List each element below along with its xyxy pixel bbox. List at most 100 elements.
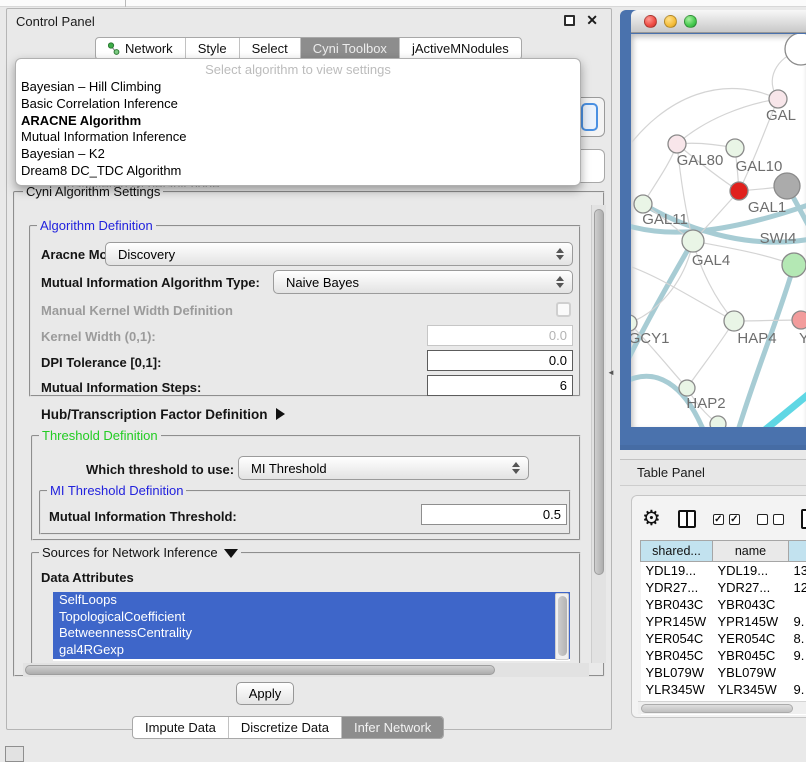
network-edge[interactable] (760, 389, 806, 427)
table-cell: YBL079W (713, 664, 789, 681)
attribute-item-selected[interactable]: gal4RGexp (53, 642, 570, 659)
column-header[interactable]: name (713, 541, 789, 562)
network-edge[interactable] (643, 144, 677, 204)
columns-icon[interactable] (678, 510, 696, 528)
attributes-scrollbar[interactable] (555, 593, 569, 660)
tab-select[interactable]: Select (239, 38, 300, 59)
popup-item[interactable]: Bayesian – Hill Climbing (16, 79, 580, 96)
attributes-scrollbar-thumb[interactable] (558, 596, 567, 656)
minimized-panel-icon[interactable] (5, 746, 24, 762)
network-name-field-fragment[interactable] (577, 149, 605, 183)
attribute-item-selected[interactable]: SelfLoops (53, 592, 570, 609)
table-cell: YER054C (713, 630, 789, 647)
panel-splitter-handle[interactable]: ◄ (607, 367, 614, 378)
column-header[interactable] (789, 541, 806, 562)
table-row[interactable]: YDR27...YDR27...12 (641, 579, 806, 596)
network-node-hap4[interactable] (724, 311, 744, 331)
mi-steps-field[interactable]: 6 (427, 375, 573, 396)
document-icon[interactable] (801, 509, 806, 529)
algorithm-combobox-stepper[interactable] (581, 103, 598, 131)
bottom-tab-discretize-data[interactable]: Discretize Data (228, 717, 341, 738)
checked-boxes-icon[interactable]: ✓✓ (713, 514, 740, 525)
tab-label: Cyni Toolbox (313, 38, 387, 60)
network-node-swi4[interactable] (782, 253, 806, 277)
attribute-item-selected[interactable]: TopologicalCoefficient (53, 609, 570, 626)
column-header[interactable]: shared... (641, 541, 713, 562)
table-row[interactable]: YBR043CYBR043C (641, 596, 806, 613)
mi-threshold-field[interactable]: 0.5 (421, 504, 567, 525)
network-node[interactable] (785, 34, 806, 65)
hub-definition-expander[interactable]: Hub/Transcription Factor Definition (41, 407, 285, 422)
combo-stepper-icon (506, 462, 526, 474)
popup-item[interactable]: Dream8 DC_TDC Algorithm (16, 163, 580, 180)
bottom-tab-impute-data[interactable]: Impute Data (133, 717, 228, 738)
table-row[interactable]: YBL079WYBL079W (641, 664, 806, 681)
table-row[interactable]: YDL19...YDL19...13 (641, 562, 806, 579)
gear-icon[interactable]: ⚙ (642, 509, 661, 529)
popup-item[interactable]: Mutual Information Inference (16, 129, 580, 146)
network-graph[interactable]: GALGAL80GAL10GAL1GAL11GAL4SWI4GCY1HAP4YH… (631, 34, 806, 427)
manual-kernel-checkbox[interactable] (556, 302, 571, 317)
close-panel-icon[interactable]: ✕ (586, 12, 598, 29)
network-node[interactable] (710, 416, 726, 427)
close-window-icon[interactable] (644, 15, 657, 28)
table-body: YDL19...YDL19...13YDR27...YDR27...12YBR0… (641, 562, 806, 715)
network-edge[interactable] (687, 321, 734, 388)
settings-hscroll-thumb[interactable] (25, 665, 495, 675)
threshold-definition-title: Threshold Definition (39, 428, 161, 443)
table-cell: YDR27... (641, 579, 713, 596)
sources-group-title[interactable]: Sources for Network Inference (39, 545, 241, 560)
network-node-gal10[interactable] (726, 139, 744, 157)
tab-network[interactable]: Network (96, 38, 185, 59)
zoom-window-icon[interactable] (684, 15, 697, 28)
dpi-tolerance-field[interactable]: 0.0 (427, 350, 573, 371)
tab-jactivemnodules[interactable]: jActiveMNodules (399, 38, 521, 59)
kernel-width-label: Kernel Width (0,1): (41, 329, 156, 344)
unchecked-boxes-icon[interactable] (757, 514, 784, 525)
node-label: GAL11 (642, 211, 688, 228)
attribute-item-selected[interactable]: BetweennessCentrality (53, 625, 570, 642)
mi-type-select[interactable]: Naive Bayes (273, 270, 573, 294)
which-threshold-select[interactable]: MI Threshold (238, 456, 529, 480)
network-node-hap2[interactable] (679, 380, 695, 396)
network-edge[interactable] (631, 241, 693, 374)
minimize-window-icon[interactable] (664, 15, 677, 28)
bottom-tab-infer-network[interactable]: Infer Network (341, 717, 443, 738)
table-cell: 9. (789, 613, 806, 630)
network-canvas[interactable]: GALGAL80GAL10GAL1GAL11GAL4SWI4GCY1HAP4YH… (631, 34, 806, 427)
aracne-mode-select[interactable]: Discovery (105, 242, 573, 266)
network-node-gcy1[interactable] (631, 315, 637, 331)
network-node-gal[interactable] (769, 90, 787, 108)
float-panel-icon[interactable] (564, 15, 575, 26)
network-node-gal80[interactable] (668, 135, 686, 153)
tab-style[interactable]: Style (185, 38, 239, 59)
network-node-gal4[interactable] (682, 230, 704, 252)
node-label: Y (799, 330, 806, 347)
apply-button[interactable]: Apply (236, 682, 294, 705)
table-row[interactable]: YPR145WYPR145W9. (641, 613, 806, 630)
table-cell: YBR045C (713, 647, 789, 664)
table-row[interactable]: YLR345WYLR345W9. (641, 681, 806, 698)
tab-cyni-toolbox[interactable]: Cyni Toolbox (300, 38, 399, 59)
network-node-y[interactable] (792, 311, 806, 329)
settings-vscroll-thumb[interactable] (594, 209, 604, 575)
table-row[interactable]: YER054CYER054C8. (641, 630, 806, 647)
network-node-gal1[interactable] (730, 182, 748, 200)
popup-item[interactable]: Basic Correlation Inference (16, 96, 580, 113)
popup-item[interactable]: ARACNE Algorithm (16, 113, 580, 130)
node-label: GCY1 (631, 330, 669, 347)
network-window-titlebar[interactable] (631, 10, 806, 33)
node-label: HAP2 (686, 395, 725, 412)
table-hscroll-thumb[interactable] (641, 704, 793, 713)
expander-expanded-icon (224, 549, 238, 558)
table-cell: 9. (789, 681, 806, 698)
table-row[interactable]: YBR045CYBR045C9. (641, 647, 806, 664)
combo-stepper-icon (550, 276, 570, 288)
node-label: HAP4 (737, 330, 776, 347)
settings-horizontal-scrollbar[interactable] (23, 663, 589, 676)
network-node[interactable] (774, 173, 800, 199)
popup-item[interactable]: Bayesian – K2 (16, 146, 580, 163)
node-label: GAL10 (736, 158, 783, 175)
table-horizontal-scrollbar[interactable] (638, 701, 806, 714)
settings-vertical-scrollbar[interactable] (591, 205, 606, 663)
